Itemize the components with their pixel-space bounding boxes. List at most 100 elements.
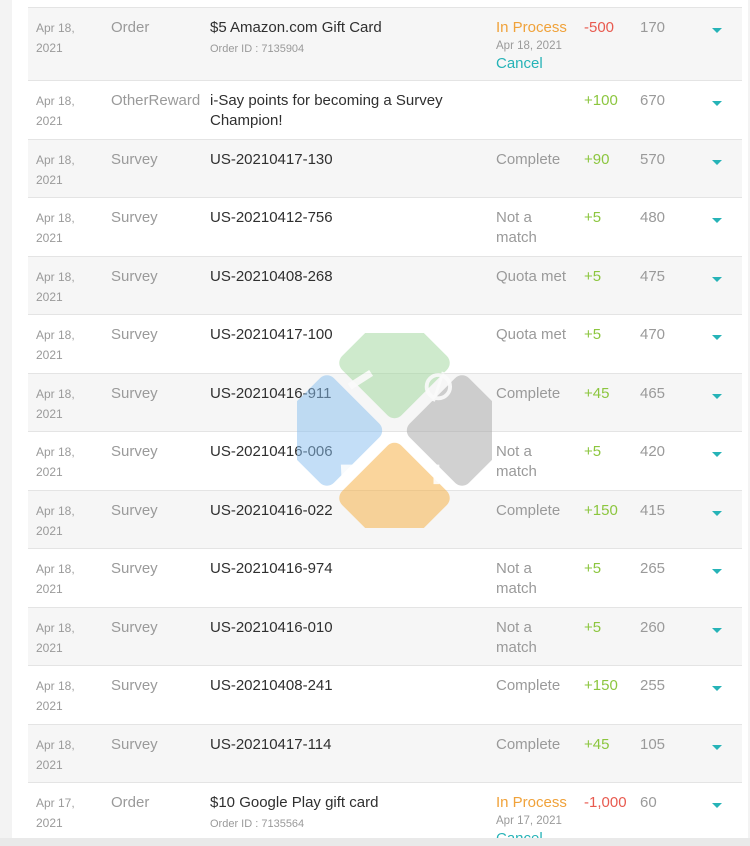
table-row[interactable]: Apr 18, 2021 Survey US-20210416-911 Complete… (28, 373, 742, 432)
description-text: US-20210417-100 (210, 326, 333, 343)
year-line: 2021 (36, 523, 63, 538)
table-row[interactable]: Apr 18, 2021 OtherReward i-Say points for b… (28, 81, 742, 140)
description-text: i-Say points for becoming a Survey Champ… (210, 92, 443, 129)
description-text: US-20210408-241 (210, 677, 333, 694)
date-line: Apr 18, (36, 152, 75, 167)
description-text: US-20210412-756 (210, 209, 333, 226)
status-cell: Not a match (496, 443, 537, 480)
type-cell: Survey (111, 443, 158, 460)
points-amount: +5 (584, 443, 602, 460)
points-history-table: Apr 18, 2021 Order $5 Amazon.com Gift Card O… (28, 7, 742, 846)
points-balance: 480 (640, 209, 666, 226)
points-balance: 570 (640, 150, 666, 168)
status-cell: Quota met (496, 326, 567, 343)
status-in-process: In Process (496, 794, 567, 811)
table-row[interactable]: Apr 18, 2021 Order $5 Amazon.com Gift Card O… (28, 7, 742, 81)
type-cell: Survey (111, 209, 158, 226)
status-cell: Complete (496, 501, 561, 519)
year-line: 2021 (36, 757, 63, 772)
points-amount: +5 (584, 209, 602, 226)
date-line: Apr 18, (36, 328, 75, 342)
table-row[interactable]: Apr 18, 2021 Survey US-20210416-022 Complete… (28, 490, 742, 549)
caret-down-icon[interactable] (711, 97, 723, 109)
table-row[interactable]: Apr 18, 2021 Survey US-20210417-114 Complete… (28, 724, 742, 783)
bottom-edge (0, 838, 750, 846)
caret-down-icon[interactable] (711, 624, 723, 636)
date-cell: Apr 18, 2021 (36, 208, 92, 248)
status-cell: Complete (496, 677, 561, 694)
type-cell: Survey (111, 150, 158, 168)
year-line: 2021 (36, 465, 63, 479)
caret-down-icon[interactable] (711, 331, 723, 343)
status-cell: Complete (496, 735, 561, 753)
table-row[interactable]: Apr 18, 2021 Survey US-20210408-268 Quota me… (28, 256, 742, 315)
description-text: $5 Amazon.com Gift Card (210, 19, 382, 36)
table-row[interactable]: Apr 18, 2021 Survey US-20210408-241 Complete… (28, 666, 742, 725)
points-balance: 255 (640, 677, 666, 694)
table-row[interactable]: Apr 18, 2021 Survey US-20210417-130 Complete… (28, 139, 742, 198)
description-cell: US-20210408-241 (210, 676, 480, 696)
caret-down-icon[interactable] (711, 565, 723, 577)
status-in-process: In Process (496, 19, 567, 36)
description-cell: US-20210412-756 (210, 208, 480, 228)
points-amount: +150 (584, 677, 618, 694)
date-line: Apr 18, (36, 737, 75, 752)
points-balance: 420 (640, 443, 666, 460)
year-line: 2021 (36, 406, 63, 421)
caret-down-icon[interactable] (711, 390, 723, 402)
type-cell: Survey (111, 735, 158, 753)
year-line: 2021 (36, 582, 63, 596)
points-balance: 465 (640, 384, 666, 402)
table-row[interactable]: Apr 18, 2021 Survey US-20210416-974 Not a ma… (28, 549, 742, 608)
caret-down-icon[interactable] (711, 507, 723, 519)
caret-down-icon[interactable] (711, 448, 723, 460)
date-cell: Apr 18, 2021 (36, 618, 92, 658)
date-cell: Apr 18, 2021 (36, 384, 92, 424)
caret-down-icon[interactable] (711, 214, 723, 226)
description-cell: $5 Amazon.com Gift Card Order ID : 713590… (210, 18, 480, 58)
date-cell: Apr 18, 2021 (36, 676, 92, 716)
description-text: US-20210417-114 (210, 735, 332, 753)
caret-down-icon[interactable] (711, 24, 723, 36)
description-text: US-20210408-268 (210, 267, 333, 285)
date-cell: Apr 18, 2021 (36, 325, 92, 365)
description-cell: US-20210416-010 (210, 618, 480, 638)
points-balance: 260 (640, 618, 666, 636)
description-cell: US-20210417-100 (210, 325, 480, 345)
date-line: Apr 18, (36, 21, 75, 35)
date-line: Apr 18, (36, 445, 75, 459)
status-cell: Complete (496, 384, 561, 402)
description-cell: US-20210416-006 (210, 442, 480, 462)
caret-down-icon[interactable] (711, 799, 723, 811)
points-amount: +90 (584, 150, 610, 168)
type-cell: Survey (111, 384, 158, 402)
type-cell: Survey (111, 326, 158, 343)
type-cell: Order (111, 794, 150, 811)
date-cell: Apr 18, 2021 (36, 442, 92, 482)
description-cell: i-Say points for becoming a Survey Champ… (210, 91, 480, 131)
points-amount: +5 (584, 267, 602, 285)
year-line: 2021 (36, 640, 63, 655)
description-cell: US-20210408-268 (210, 267, 480, 287)
status-cell: Quota met (496, 267, 567, 285)
order-id: Order ID : 7135564 (210, 818, 305, 830)
table-row[interactable]: Apr 18, 2021 Survey US-20210416-010 Not a ma… (28, 607, 742, 666)
table-row[interactable]: Apr 18, 2021 Survey US-20210416-006 Not a ma… (28, 432, 742, 491)
caret-down-icon[interactable] (711, 273, 723, 285)
description-text: US-20210416-974 (210, 560, 333, 577)
status-date: Apr 17, 2021 (496, 815, 562, 827)
caret-down-icon[interactable] (711, 741, 723, 753)
date-line: Apr 18, (36, 94, 75, 108)
points-balance: 105 (640, 735, 666, 753)
date-line: Apr 18, (36, 211, 75, 225)
caret-down-icon[interactable] (711, 682, 723, 694)
table-row[interactable]: Apr 18, 2021 Survey US-20210417-100 Quota me… (28, 315, 742, 374)
table-row[interactable]: Apr 17, 2021 Order $10 Google Play gift car… (28, 783, 742, 846)
table-row[interactable]: Apr 18, 2021 Survey US-20210412-756 Not a ma… (28, 198, 742, 257)
year-line: 2021 (36, 348, 63, 362)
date-cell: Apr 18, 2021 (36, 501, 92, 541)
cancel-link[interactable]: Cancel (496, 54, 576, 74)
date-cell: Apr 18, 2021 (36, 735, 92, 775)
description-text: US-20210416-022 (210, 501, 333, 519)
caret-down-icon[interactable] (711, 156, 723, 168)
